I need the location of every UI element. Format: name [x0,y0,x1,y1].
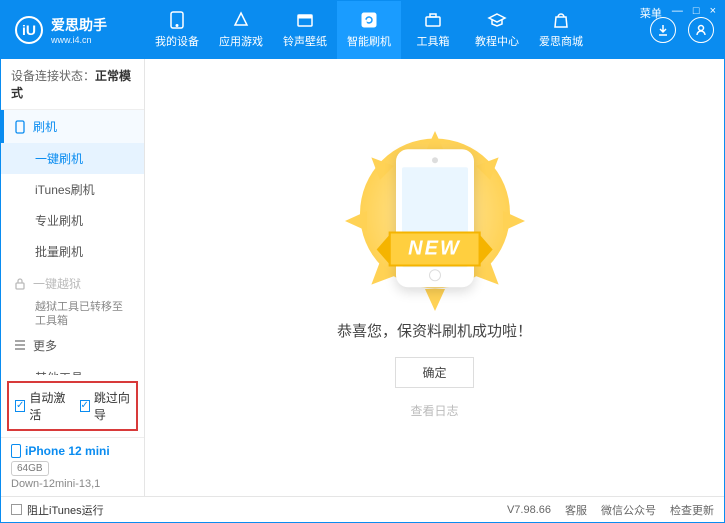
refresh-icon [359,11,379,29]
sidebar-head-label: 刷机 [33,118,57,135]
wechat-link[interactable]: 微信公众号 [601,502,656,518]
jailbreak-note: 越狱工具已转移至 工具箱 [1,300,144,329]
service-link[interactable]: 客服 [565,502,587,518]
nav-label: 爱思商城 [539,33,583,49]
phone-icon [167,11,187,29]
logo-icon: iU [15,16,43,44]
storage-badge: 64GB [11,461,49,476]
nav-label: 应用游戏 [219,33,263,49]
nav-label: 智能刷机 [347,33,391,49]
nav-ringtones[interactable]: 铃声壁纸 [273,1,337,59]
checkbox-label: 阻止iTunes运行 [27,502,104,518]
check-icon: ✓ [15,400,25,412]
device-panel: iPhone 12 mini 64GB Down-12mini-13,1 [1,437,144,496]
side-list: 刷机 一键刷机 iTunes刷机 专业刷机 批量刷机 一键越狱 越狱工具已转移至… [1,110,144,375]
list-icon [13,338,27,352]
checkbox-label: 自动激活 [29,389,65,423]
sidebar-head-jailbreak: 一键越狱 [1,267,144,300]
success-message: 恭喜您，保资料刷机成功啦！ [337,320,532,341]
checkbox-auto-activate[interactable]: ✓ 自动激活 [15,389,66,423]
device-meta: Down-12mini-13,1 [11,478,134,490]
nav-tutorials[interactable]: 教程中心 [465,1,529,59]
logo: iU 爱思助手 www.i4.cn [15,15,145,45]
checkbox-group: ✓ 自动激活 ✓ 跳过向导 [7,381,138,431]
nav-flash[interactable]: 智能刷机 [337,1,401,59]
nav-store[interactable]: 爱思商城 [529,1,593,59]
sidebar-item-itunes[interactable]: iTunes刷机 [1,174,144,205]
toolbox-icon [423,11,443,29]
new-ribbon: NEW [388,231,481,266]
device-name: iPhone 12 mini [25,444,110,458]
apps-icon [231,11,251,29]
window-controls: 菜单 — □ × [640,5,716,21]
nav-label: 教程中心 [475,33,519,49]
main-content: NEW 恭喜您，保资料刷机成功啦！ 确定 查看日志 [145,59,724,496]
phone-icon [11,444,21,458]
nav: 我的设备 应用游戏 铃声壁纸 智能刷机 工具箱 教程中心 [145,1,650,59]
nav-label: 我的设备 [155,33,199,49]
app-subtitle: www.i4.cn [51,35,107,45]
connection-status: 设备连接状态：正常模式 [1,59,144,110]
menu-icon[interactable]: 菜单 [640,5,662,21]
sidebar-head-more[interactable]: 更多 [1,329,144,362]
sidebar-head-flash[interactable]: 刷机 [1,110,144,143]
nav-toolbox[interactable]: 工具箱 [401,1,465,59]
sidebar-item-pro[interactable]: 专业刷机 [1,205,144,236]
lock-icon [13,277,27,291]
sidebar-head-label: 一键越狱 [33,275,81,292]
nav-label: 铃声壁纸 [283,33,327,49]
checkbox-icon [11,504,22,515]
maximize-button[interactable]: □ [693,5,700,21]
ok-button[interactable]: 确定 [395,357,473,388]
device-name-row[interactable]: iPhone 12 mini [11,444,134,458]
phone-icon [13,120,27,134]
header: 菜单 — □ × iU 爱思助手 www.i4.cn 我的设备 应用游戏 铃声壁 [1,1,724,59]
sidebar-item-oneclick[interactable]: 一键刷机 [1,143,144,174]
bag-icon [551,11,571,29]
check-icon: ✓ [80,400,90,412]
close-button[interactable]: × [710,5,716,21]
sidebar-item-batch[interactable]: 批量刷机 [1,236,144,267]
status-label: 设备连接状态： [11,69,95,83]
nav-apps[interactable]: 应用游戏 [209,1,273,59]
sidebar-head-label: 更多 [33,337,57,354]
minimize-button[interactable]: — [672,5,683,21]
version-text: V7.98.66 [507,504,551,516]
checkbox-block-itunes[interactable]: 阻止iTunes运行 [11,502,104,518]
graduation-icon [487,11,507,29]
checkbox-skip-guide[interactable]: ✓ 跳过向导 [80,389,131,423]
sidebar-item-other[interactable]: 其他工具 [1,362,144,375]
nav-label: 工具箱 [417,33,450,49]
wallet-icon [295,11,315,29]
checkbox-label: 跳过向导 [94,389,130,423]
app-title: 爱思助手 [51,15,107,35]
success-illustration: NEW [345,136,525,306]
view-log-link[interactable]: 查看日志 [410,402,458,419]
footer: 阻止iTunes运行 V7.98.66 客服 微信公众号 检查更新 [1,496,724,522]
app-window: 菜单 — □ × iU 爱思助手 www.i4.cn 我的设备 应用游戏 铃声壁 [0,0,725,523]
body: 设备连接状态：正常模式 刷机 一键刷机 iTunes刷机 专业刷机 批量刷机 一… [1,59,724,496]
nav-my-device[interactable]: 我的设备 [145,1,209,59]
sidebar: 设备连接状态：正常模式 刷机 一键刷机 iTunes刷机 专业刷机 批量刷机 一… [1,59,145,496]
check-update-link[interactable]: 检查更新 [670,502,714,518]
